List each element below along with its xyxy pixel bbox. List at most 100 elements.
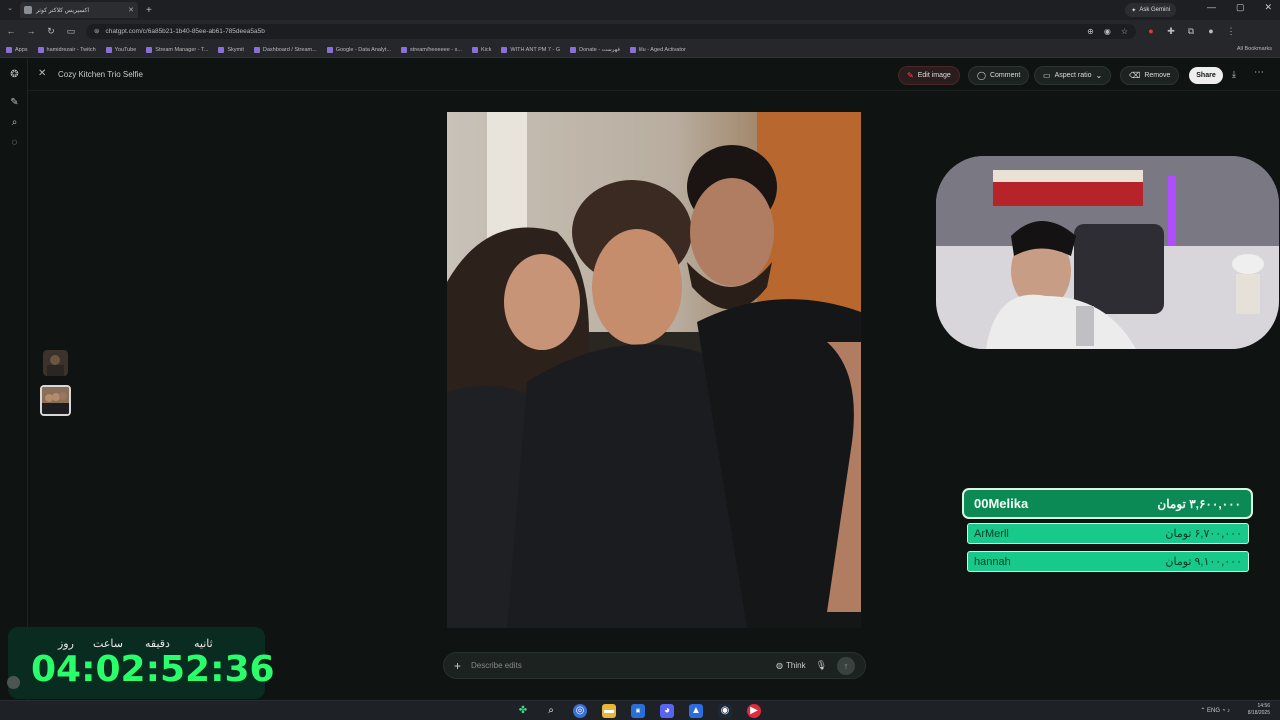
bookmark-item[interactable]: Skymit — [218, 46, 244, 53]
search-icon[interactable]: ⌕ — [9, 117, 20, 128]
edit-composer: + Describe edits ◍ Think 🎙︎ ↑ — [443, 652, 866, 679]
app-blue-icon[interactable]: ▲ — [689, 704, 703, 718]
clock-time: 14:56 — [1257, 703, 1270, 709]
more-options-icon[interactable]: ⋯ — [1254, 67, 1264, 78]
gemini-icon: ✦ — [1131, 7, 1137, 14]
close-editor-icon[interactable]: ✕ — [38, 68, 46, 79]
tab-search-icon[interactable]: ⌄ — [4, 4, 16, 16]
bookmark-favicon-icon — [105, 46, 112, 53]
think-toggle[interactable]: ◍ Think — [776, 661, 806, 670]
browser-tab[interactable]: اکسپریس کلاکتر کوثر ✕ — [20, 2, 138, 18]
new-chat-icon[interactable]: ✎ — [9, 97, 20, 108]
comment-button[interactable]: ◯ Comment — [968, 66, 1030, 85]
site-info-icon[interactable]: ⊜ — [94, 27, 99, 35]
zoom-icon[interactable]: ⊕ — [1087, 27, 1094, 36]
aspect-ratio-button[interactable]: ▭ Aspect ratio ⌄ — [1034, 66, 1112, 85]
minimize-icon[interactable]: — — [1207, 2, 1216, 13]
thumbnail-image — [42, 387, 69, 414]
reload-icon[interactable]: ↻ — [46, 26, 56, 37]
bookmark-favicon-icon — [253, 46, 260, 53]
screen: ⌄ اکسپریس کلاکتر کوثر ✕ + ✦ Ask Gemini —… — [0, 0, 1280, 720]
thumbnail-current[interactable] — [40, 385, 71, 416]
url-text: chatgpt.com/c/6a85b21-1b40-85ee-ab61-785… — [105, 27, 265, 35]
address-bar-row: ← → ↻ ▭ ⊜ chatgpt.com/c/6a85b21-1b40-85e… — [0, 20, 1280, 42]
donor-name: ArMerll — [974, 527, 1009, 540]
countdown-timer: روز ساعت دقیقه ثانیه 04:02:52:36 — [8, 627, 275, 699]
bookmark-favicon-icon — [472, 46, 479, 53]
url-actions: ⊕ ◉ ☆ — [1087, 27, 1136, 36]
extension-red-icon[interactable]: ● — [1146, 26, 1156, 36]
tab-favicon-icon — [24, 6, 32, 14]
webcam-overlay — [936, 156, 1279, 349]
maximize-icon[interactable]: ▢ — [1236, 2, 1245, 13]
sidepanel-icon[interactable]: ▭ — [66, 26, 76, 37]
remove-button[interactable]: ⌫ Remove — [1120, 66, 1180, 85]
discord-icon[interactable]: ◕ — [660, 704, 674, 718]
selfie-photo — [447, 112, 861, 628]
chrome-icon[interactable]: ◎ — [573, 704, 587, 718]
clock[interactable]: 14:56 8/18/2025 — [1248, 703, 1270, 717]
send-button[interactable]: ↑ — [837, 656, 855, 675]
bookmark-item[interactable]: lilu - Aged Activator — [629, 46, 686, 53]
file-explorer-icon[interactable]: ▬ — [602, 704, 616, 718]
bookmark-favicon-icon — [37, 46, 44, 53]
bookmark-item[interactable]: stream/heeeeee - s... — [401, 46, 462, 53]
eye-icon[interactable]: ◉ — [1104, 27, 1111, 36]
left-rail: ❂ ✎ ⌕ ◌ — [0, 59, 28, 700]
profile-icon[interactable]: ● — [1206, 26, 1216, 36]
new-tab-button[interactable]: + — [146, 5, 152, 16]
bookmark-item[interactable]: Google - Data Analyt... — [326, 46, 391, 53]
bookmark-item[interactable]: Donate - فهرست — [570, 46, 620, 53]
eraser-icon: ⌫ — [1129, 71, 1141, 80]
describe-edits-input[interactable]: Describe edits — [471, 661, 522, 670]
browser-menu-icon[interactable]: ⋮ — [1226, 26, 1236, 37]
bookmark-item[interactable]: Kick — [472, 46, 491, 53]
tab-close-icon[interactable]: ✕ — [128, 6, 134, 14]
media-player-icon[interactable]: ▶ — [747, 704, 761, 718]
window-close-icon[interactable]: ✕ — [1264, 2, 1272, 13]
top-donor-bar: 00Melika ۳,۶۰۰,۰۰۰ تومان — [962, 488, 1253, 519]
url-field[interactable]: ⊜ chatgpt.com/c/6a85b21-1b40-85ee-ab61-7… — [86, 23, 1136, 39]
microphone-icon[interactable]: 🎙︎ — [816, 660, 827, 671]
countdown-value: 04:02:52:36 — [31, 649, 275, 690]
donor-row: ArMerll ۶,۷۰۰,۰۰۰ تومان — [967, 523, 1249, 544]
chevron-down-icon: ⌄ — [1095, 71, 1103, 80]
bookmark-favicon-icon — [6, 46, 12, 53]
openai-logo-icon[interactable]: ❂ — [9, 69, 20, 80]
all-bookmarks-button[interactable]: All Bookmarks — [1237, 46, 1272, 52]
timer-indicator-icon — [7, 676, 20, 689]
extensions-puzzle-icon[interactable]: ⧉ — [1186, 26, 1196, 37]
bookmark-favicon-icon — [570, 46, 577, 53]
bookmark-favicon-icon — [326, 46, 333, 53]
bookmark-favicon-icon — [629, 46, 636, 53]
back-icon[interactable]: ← — [6, 26, 16, 36]
thumbnail-previous[interactable] — [43, 350, 68, 376]
share-button[interactable]: Share — [1189, 67, 1223, 84]
bookmark-item[interactable]: hamidrezair - Twitch — [37, 46, 96, 53]
bookmark-item[interactable]: Apps — [6, 46, 28, 53]
tab-strip: ⌄ اکسپریس کلاکتر کوثر ✕ + ✦ Ask Gemini —… — [0, 0, 1280, 20]
bookmark-favicon-icon — [501, 46, 508, 53]
download-icon[interactable]: ⤓ — [1232, 69, 1236, 80]
extension-icon[interactable]: ✚ — [1166, 26, 1176, 37]
aspect-ratio-icon: ▭ — [1043, 71, 1051, 80]
add-attachment-icon[interactable]: + — [454, 659, 461, 673]
app-icon[interactable]: ▣ — [631, 704, 645, 718]
bookmark-item[interactable]: Stream Manager - T... — [146, 46, 208, 53]
taskbar-search-icon[interactable]: ⌕ — [544, 704, 558, 718]
steam-icon[interactable]: ◉ — [718, 704, 732, 718]
system-tray[interactable]: ⌃ ENG ◔ ♪ — [1200, 707, 1230, 714]
start-clover-icon[interactable]: ✤ — [516, 704, 530, 718]
bookmark-favicon-icon — [146, 46, 153, 53]
edit-image-button[interactable]: ✎ Edit image — [898, 66, 960, 85]
editor-toolbar: ✕ Cozy Kitchen Trio Selfie ✎ Edit image … — [28, 59, 1280, 91]
bookmark-star-icon[interactable]: ☆ — [1121, 27, 1128, 36]
library-icon[interactable]: ◌ — [9, 137, 20, 148]
clock-date: 8/18/2025 — [1247, 710, 1270, 716]
taskbar: ✤ ⌕ ◎ ▬ ▣ ◕ ▲ ◉ ▶ ⌃ ENG ◔ ♪ 14:56 8/18/2… — [0, 700, 1280, 720]
ask-gemini-button[interactable]: ✦ Ask Gemini — [1125, 3, 1176, 17]
forward-icon[interactable]: → — [26, 26, 36, 36]
bookmark-item[interactable]: YouTube — [105, 46, 136, 53]
bookmark-item[interactable]: Dashboard / Stream... — [253, 46, 317, 53]
bookmark-item[interactable]: WITH ANT PM 7 - G — [501, 46, 560, 53]
